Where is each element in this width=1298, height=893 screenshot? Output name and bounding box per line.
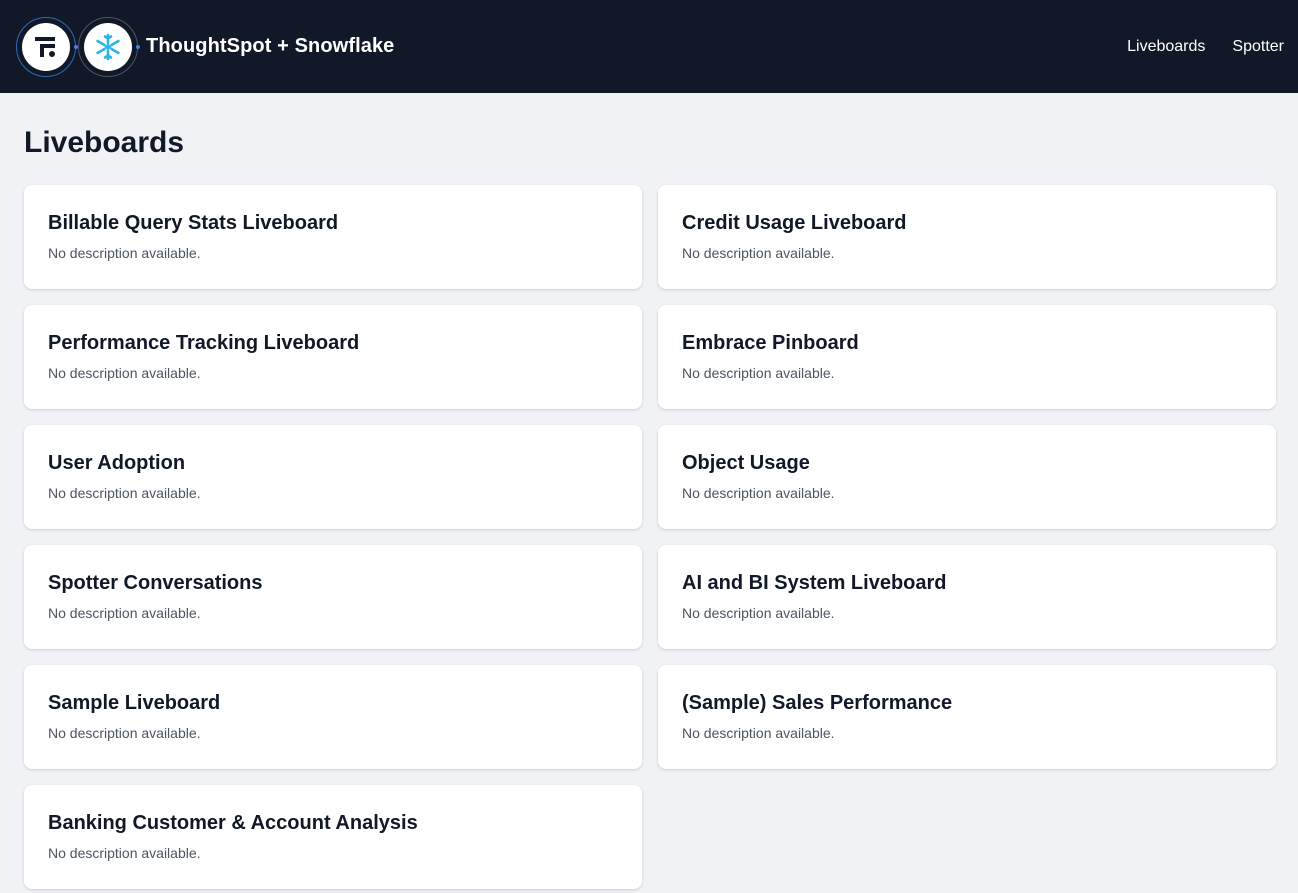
liveboard-card[interactable]: User Adoption No description available. [24,425,642,529]
liveboard-card-title: Credit Usage Liveboard [682,212,907,234]
liveboard-card-title: Banking Customer & Account Analysis [48,812,418,834]
main-nav: Liveboards Spotter [1100,38,1284,56]
app-title: ThoughtSpot + Snowflake [146,35,395,57]
liveboard-card-title: (Sample) Sales Performance [682,692,953,714]
liveboard-card[interactable]: Object Usage No description available. [658,425,1276,529]
liveboard-card[interactable]: Credit Usage Liveboard No description av… [658,185,1276,289]
liveboard-grid: Billable Query Stats Liveboard No descri… [24,185,1276,889]
snowflake-logo [78,16,140,77]
liveboard-card-title: Performance Tracking Liveboard [48,332,360,354]
liveboard-card[interactable]: Banking Customer & Account Analysis No d… [24,785,642,889]
brand[interactable]: ThoughtSpot + Snowflake [16,16,395,77]
main-content: Liveboards Billable Query Stats Liveboar… [0,93,1298,889]
snowflake-logo-icon [96,33,120,60]
thoughtspot-logo [16,16,78,77]
liveboard-card-title: Sample Liveboard [48,692,221,714]
liveboard-card[interactable]: Performance Tracking Liveboard No descri… [24,305,642,409]
liveboard-card-title: Object Usage [682,452,810,474]
liveboard-card-description: No description available. [48,245,201,261]
liveboard-card-description: No description available. [48,365,201,381]
liveboard-card[interactable]: Billable Query Stats Liveboard No descri… [24,185,642,289]
liveboard-card[interactable]: (Sample) Sales Performance No descriptio… [658,665,1276,769]
top-navbar: ThoughtSpot + Snowflake Liveboards Spott… [0,0,1298,93]
liveboard-card-description: No description available. [682,365,835,381]
page-title: Liveboards [24,126,185,159]
liveboard-card-description: No description available. [48,725,201,741]
liveboard-card-description: No description available. [48,485,201,501]
liveboard-card[interactable]: AI and BI System Liveboard No descriptio… [658,545,1276,649]
thoughtspot-logo-icon [35,36,55,57]
liveboard-card-title: AI and BI System Liveboard [682,572,947,594]
liveboard-card-description: No description available. [48,845,201,861]
nav-link-spotter[interactable]: Spotter [1232,38,1284,56]
liveboard-card[interactable]: Embrace Pinboard No description availabl… [658,305,1276,409]
liveboard-card-description: No description available. [682,605,835,621]
liveboard-card-description: No description available. [682,725,835,741]
liveboard-card-description: No description available. [682,485,835,501]
liveboard-card-title: Embrace Pinboard [682,332,859,354]
liveboard-card-title: Billable Query Stats Liveboard [48,212,339,234]
liveboard-card-title: User Adoption [48,452,186,474]
liveboard-card-description: No description available. [682,245,835,261]
liveboard-card-title: Spotter Conversations [48,572,263,594]
liveboard-card[interactable]: Sample Liveboard No description availabl… [24,665,642,769]
nav-link-liveboards[interactable]: Liveboards [1127,38,1205,56]
liveboard-card[interactable]: Spotter Conversations No description ava… [24,545,642,649]
liveboard-card-description: No description available. [48,605,201,621]
